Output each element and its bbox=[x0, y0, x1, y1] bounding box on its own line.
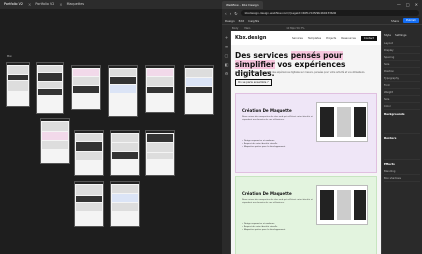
card-title: Création De Maquette bbox=[242, 191, 292, 196]
site-navbar: Kbx.design Services Templates Projects R… bbox=[231, 31, 381, 45]
panel-row[interactable]: Font bbox=[384, 82, 420, 89]
browser-tab[interactable]: Webflow - Kbx Design bbox=[222, 1, 263, 9]
publish-button[interactable]: Publish bbox=[403, 18, 419, 23]
artboard-8[interactable] bbox=[74, 130, 104, 176]
add-icon[interactable]: + bbox=[224, 35, 229, 40]
browser-tab-bar: Webflow - Kbx Design — □ ✕ bbox=[222, 0, 422, 9]
back-icon[interactable]: ‹ bbox=[225, 11, 227, 16]
tab-maquettes[interactable]: Maquettes bbox=[63, 0, 88, 9]
card-mockup-image bbox=[316, 185, 368, 225]
nav-projects[interactable]: Projects bbox=[326, 37, 336, 40]
panel-tabs: Style Settings bbox=[384, 33, 420, 37]
canvas-size: 1170px 50.7% bbox=[286, 26, 305, 30]
panel-row[interactable]: Spacing bbox=[384, 54, 420, 61]
nav-templates[interactable]: Templates bbox=[308, 37, 321, 40]
service-card-1[interactable]: Création De Maquette Nous créons des maq… bbox=[235, 93, 377, 173]
card-bullets: • Design responsive et moderne • Respect… bbox=[242, 140, 286, 148]
forward-icon[interactable]: › bbox=[230, 11, 232, 16]
panel-row-box-shadows[interactable]: Box shadows bbox=[384, 175, 420, 182]
panel-row[interactable]: Layout bbox=[384, 40, 420, 47]
tab-portfolio-1[interactable]: Portfolio V2 bbox=[0, 0, 27, 9]
section-backgrounds[interactable]: Backgrounds bbox=[384, 110, 420, 118]
toolbar-edit[interactable]: Edit bbox=[239, 19, 244, 23]
hero-paragraph[interactable]: Nous concevons des sites web et des expé… bbox=[235, 71, 375, 74]
close-icon[interactable]: ✕ bbox=[415, 2, 418, 7]
browser-window: Webflow - Kbx Design — □ ✕ ‹ › ↻ kbxdesi… bbox=[222, 0, 422, 254]
tab-settings[interactable]: Settings bbox=[395, 33, 406, 37]
artboard-11[interactable] bbox=[74, 181, 104, 227]
url-field[interactable]: kbxdesign.design.webflow.com/?pageId=66f… bbox=[240, 10, 419, 16]
site-logo[interactable]: Kbx.design bbox=[235, 35, 266, 41]
artboard-9[interactable] bbox=[110, 130, 140, 176]
style-panel: Style Settings Layout Display Spacing Si… bbox=[381, 31, 422, 254]
minimize-icon[interactable]: — bbox=[397, 2, 401, 7]
artboard-5[interactable] bbox=[145, 65, 175, 113]
card-text: Nous créons des maquettes de sites web q… bbox=[242, 116, 313, 121]
section-effects[interactable]: Effects bbox=[384, 160, 420, 168]
panel-row[interactable]: Display bbox=[384, 47, 420, 54]
designer-toolbar: Design Edit Insights Share Publish bbox=[222, 17, 422, 25]
card-bullets: • Design responsive et moderne • Respect… bbox=[242, 223, 286, 231]
panel-row[interactable]: Typography bbox=[384, 75, 420, 82]
window-controls: — □ ✕ bbox=[397, 2, 422, 7]
breadcrumb-body[interactable]: Body bbox=[232, 27, 238, 30]
panel-spacer bbox=[384, 118, 420, 134]
artboard-6[interactable] bbox=[184, 65, 214, 115]
design-canvas[interactable]: Mon bbox=[0, 9, 222, 254]
tab-style[interactable]: Style bbox=[384, 33, 391, 37]
panel-row-blending[interactable]: Blending bbox=[384, 168, 420, 175]
card-mockup-image bbox=[316, 102, 368, 142]
panel-row[interactable]: Size bbox=[384, 61, 420, 68]
card-text: Nous créons des maquettes de sites web q… bbox=[242, 199, 313, 204]
contact-button[interactable]: Contact bbox=[360, 35, 377, 41]
panel-row[interactable]: Color bbox=[384, 103, 420, 110]
panel-row[interactable]: Position bbox=[384, 68, 420, 75]
maximize-icon[interactable]: □ bbox=[406, 2, 410, 7]
section-borders[interactable]: Borders bbox=[384, 134, 420, 142]
artboard-7[interactable] bbox=[40, 118, 70, 164]
breadcrumb-main[interactable]: Main bbox=[244, 27, 250, 30]
artboard-12[interactable] bbox=[110, 181, 140, 227]
artboard-10[interactable] bbox=[145, 130, 175, 176]
designer-canvas[interactable]: Kbx.design Services Templates Projects R… bbox=[231, 31, 381, 254]
hero-button[interactable]: On se parle ensemble ? bbox=[235, 79, 272, 86]
layers-icon[interactable]: ≡ bbox=[224, 44, 229, 49]
toolbar-design[interactable]: Design bbox=[225, 19, 235, 23]
panel-row[interactable]: Size bbox=[384, 96, 420, 103]
pages-icon[interactable]: ▢ bbox=[224, 53, 229, 58]
panel-row[interactable]: Weight bbox=[384, 89, 420, 96]
artboard-mobile[interactable] bbox=[6, 62, 30, 107]
share-button[interactable]: Share bbox=[391, 19, 399, 23]
settings-icon[interactable]: ⚙ bbox=[224, 71, 229, 76]
screen: Portfolio V2 × Portfolio V2 × Maquettes Mo… bbox=[0, 0, 422, 254]
artboard-3[interactable] bbox=[71, 65, 101, 110]
left-tab-bar: Portfolio V2 × Portfolio V2 × Maquettes bbox=[0, 0, 222, 9]
address-bar: ‹ › ↻ kbxdesign.design.webflow.com/?page… bbox=[222, 9, 422, 17]
assets-icon[interactable]: ◧ bbox=[224, 62, 229, 67]
designer-left-toolbar: + ≡ ▢ ◧ ⚙ bbox=[222, 31, 231, 254]
reload-icon[interactable]: ↻ bbox=[234, 11, 237, 16]
card-title: Création De Maquette bbox=[242, 108, 292, 113]
tab-portfolio-2[interactable]: Portfolio V2 bbox=[31, 0, 58, 9]
frame-label: Mon bbox=[7, 55, 13, 58]
artboard-2[interactable] bbox=[36, 62, 64, 114]
nav-ressources[interactable]: Ressources bbox=[341, 37, 356, 40]
service-card-2[interactable]: Création De Maquette Nous créons des maq… bbox=[235, 176, 377, 254]
panel-spacer bbox=[384, 142, 420, 160]
toolbar-insights[interactable]: Insights bbox=[248, 19, 259, 23]
design-tool-window: Portfolio V2 × Portfolio V2 × Maquettes Mo… bbox=[0, 0, 222, 254]
artboard-4[interactable] bbox=[108, 65, 138, 117]
nav-services[interactable]: Services bbox=[292, 37, 303, 40]
